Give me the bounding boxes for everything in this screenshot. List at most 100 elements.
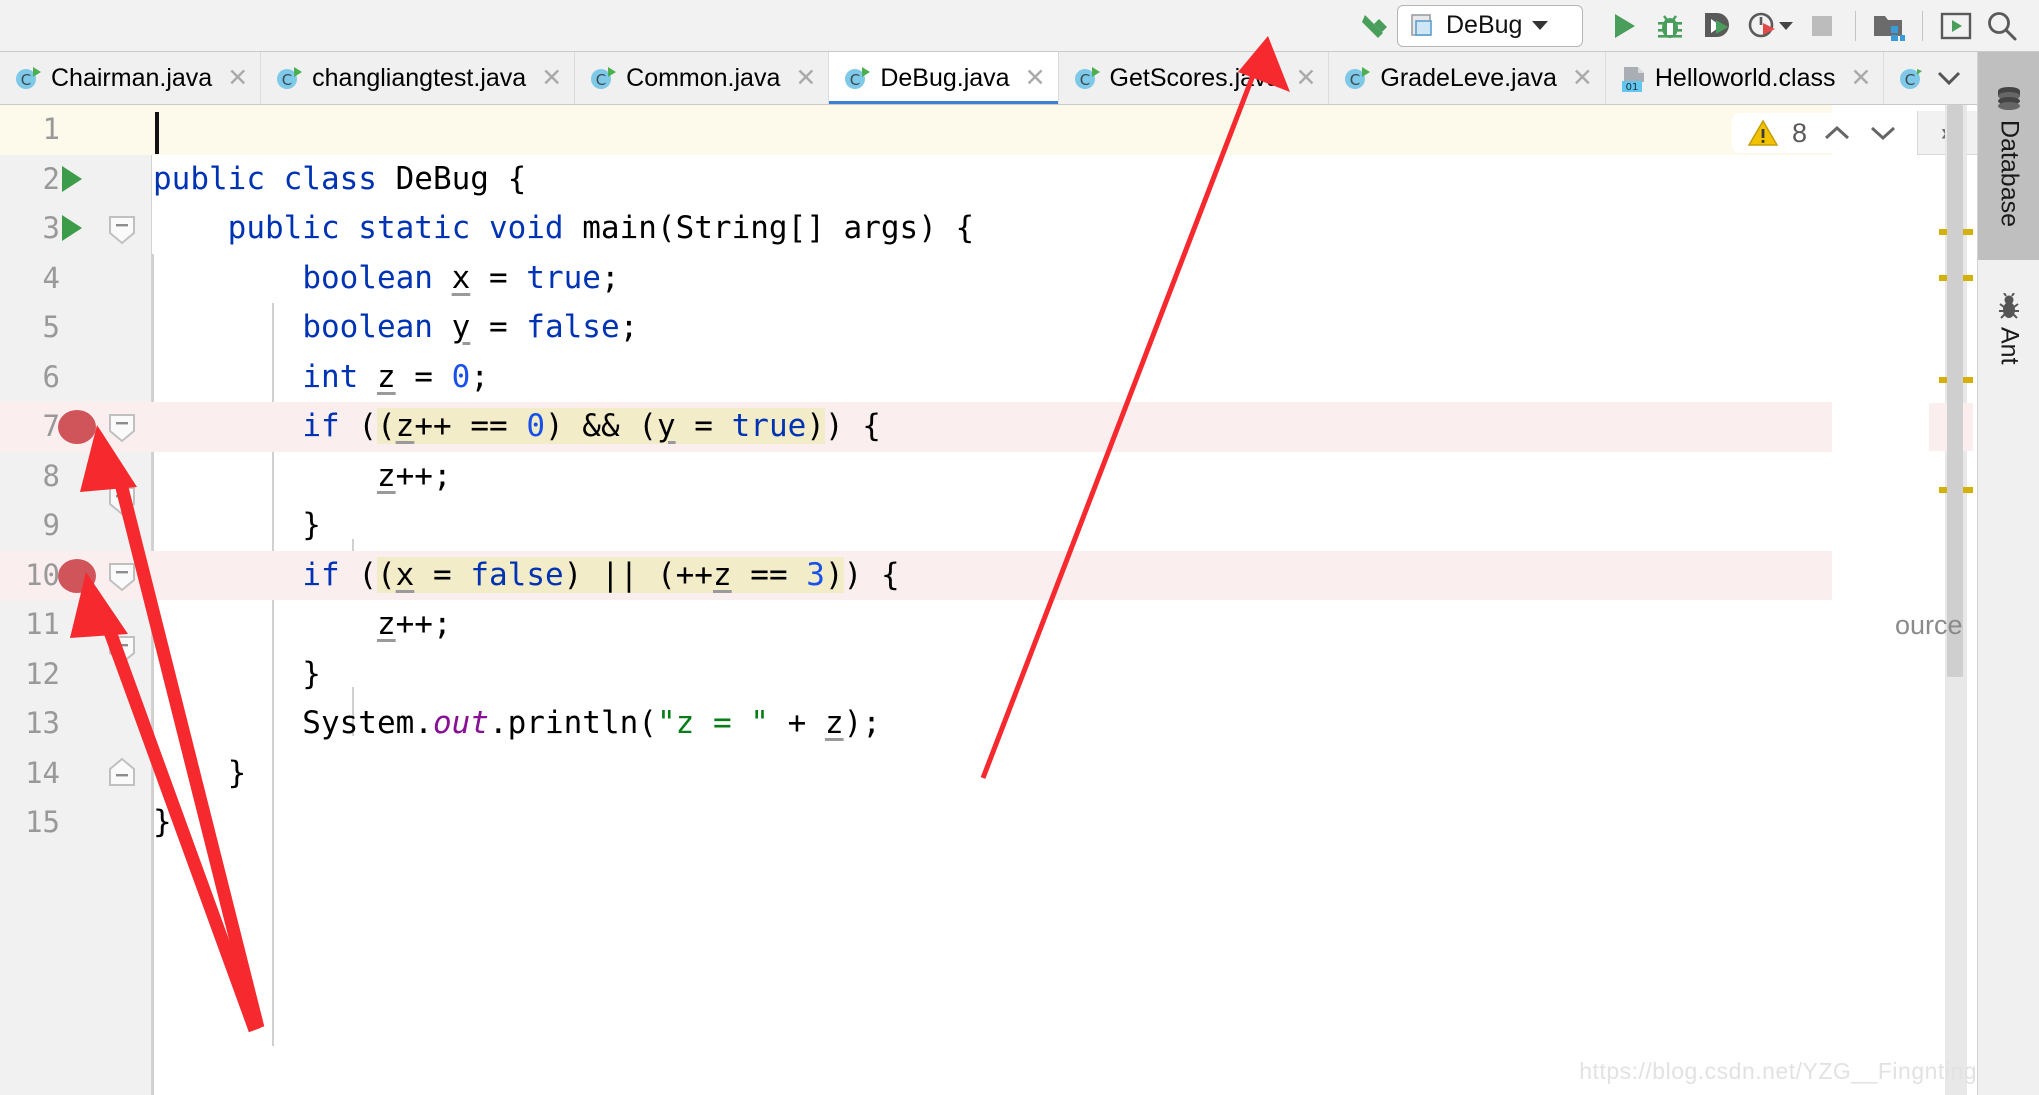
close-icon[interactable]: ✕ [1572, 65, 1593, 91]
ant-bug-icon [1995, 293, 2023, 321]
search-everywhere-icon[interactable] [1979, 5, 2025, 47]
tab-label: Common.java [626, 63, 781, 92]
line-number: 7 [42, 409, 60, 443]
tab-label: GetScores.java [1109, 63, 1281, 92]
chevron-down-icon[interactable] [1934, 68, 1964, 88]
editor-tab-common[interactable]: C Common.java ✕ [575, 52, 830, 104]
watermark-text: https://blog.csdn.net/YZG__Fingnting [1579, 1058, 1977, 1084]
profiler-chevron-down-icon[interactable] [1779, 21, 1793, 30]
editor-line[interactable]: 13 System.out.println("z = " + z); [0, 699, 1832, 749]
editor-tab-getscores[interactable]: C GetScores.java ✕ [1059, 52, 1330, 104]
fold-marker-end-icon[interactable] [107, 757, 137, 786]
close-icon[interactable]: ✕ [1851, 65, 1872, 91]
editor-tab-debug[interactable]: C DeBug.java ✕ [829, 52, 1059, 104]
run-class-icon[interactable] [62, 165, 82, 192]
editor-line[interactable]: 6 int z = 0; [0, 353, 1832, 403]
run-configuration-selector[interactable]: DeBug [1397, 4, 1583, 47]
java-class-icon: C [1343, 64, 1371, 92]
source-ghost-label: ource [1895, 610, 1963, 640]
fold-marker-icon[interactable] [107, 413, 137, 443]
code-text: if ((x = false) || (++z == 3)) { [302, 556, 900, 593]
tool-window-ant[interactable]: Ant [1978, 264, 2039, 394]
warning-count: 8 [1791, 117, 1807, 148]
line-number: 1 [42, 112, 60, 146]
line-number: 13 [25, 706, 60, 740]
code-text: boolean x = true; [302, 259, 620, 296]
editor-line[interactable]: 2 public class DeBug { [0, 155, 1832, 205]
editor-line[interactable]: 4 boolean x = true; [0, 254, 1832, 304]
fold-marker-icon[interactable] [107, 215, 137, 245]
editor-line[interactable]: 3 public static void main(String[] args)… [0, 204, 1832, 254]
editor-line[interactable]: 14 } [0, 749, 1832, 799]
code-editor[interactable]: 1 2 public class DeBug { 3 public static… [0, 105, 2039, 1095]
svg-text:C: C [1905, 71, 1915, 89]
svg-text:C: C [850, 71, 860, 89]
close-icon[interactable]: ✕ [227, 65, 248, 91]
editor-tab-gradeleve[interactable]: C GradeLeve.java ✕ [1329, 52, 1606, 104]
caret-line-highlight [0, 105, 1832, 155]
code-text: } [153, 507, 321, 543]
editor-tab-chairman[interactable]: C Chairman.java ✕ [0, 52, 262, 104]
fold-marker-icon[interactable] [107, 635, 137, 664]
right-tool-window-bar: Database Ant [1977, 52, 2039, 1095]
line-number: 2 [42, 161, 60, 196]
close-icon[interactable]: ✕ [795, 65, 816, 91]
editor-tab-overflow[interactable]: C [1884, 52, 1980, 104]
tab-label: changliangtest.java [312, 63, 527, 92]
editor-tab-helloworld-class[interactable]: 01 Helloworld.class ✕ [1606, 52, 1885, 104]
svg-text:C: C [21, 71, 31, 89]
text-caret [155, 112, 159, 154]
line-number: 11 [25, 607, 60, 641]
java-class-icon: C [14, 64, 42, 92]
tab-label: GradeLeve.java [1380, 63, 1557, 92]
toolbar-divider-2 [1922, 10, 1923, 41]
editor-line[interactable]: 8 z++; [0, 452, 1832, 502]
run-with-coverage-icon[interactable] [1693, 5, 1739, 47]
code-text: if ((z++ == 0) && (y = true)) { [302, 408, 881, 444]
editor-vertical-scrollbar[interactable] [1947, 105, 1963, 677]
editor-line[interactable]: 10 if ((x = false) || (++z == 3)) { [0, 550, 1832, 600]
tab-label: Helloworld.class [1654, 63, 1836, 92]
svg-text:C: C [596, 71, 606, 89]
java-class-icon: C [589, 64, 617, 92]
breakpoint-marker[interactable] [58, 558, 96, 593]
close-icon[interactable]: ✕ [541, 65, 562, 91]
close-icon[interactable]: ✕ [1025, 65, 1046, 91]
code-text: public class DeBug { [153, 160, 527, 197]
line-number: 10 [25, 557, 60, 592]
code-text: } [153, 754, 247, 791]
editor-tab-changliangtest[interactable]: C changliangtest.java ✕ [261, 52, 576, 104]
run-config-label: DeBug [1446, 11, 1523, 39]
line-number: 14 [25, 755, 60, 790]
fold-marker-icon[interactable] [107, 486, 137, 516]
warning-triangle-icon [1747, 119, 1778, 147]
terminal-icon[interactable] [1933, 5, 1979, 47]
toolbar-divider [1855, 10, 1856, 41]
debug-icon[interactable] [1647, 5, 1693, 47]
editor-line[interactable]: 11 z++; [0, 600, 1832, 650]
run-icon[interactable] [1601, 5, 1647, 47]
main-toolbar: DeBug [0, 0, 2039, 52]
fold-marker-icon[interactable] [107, 562, 137, 591]
editor-line[interactable]: 9 } [0, 487, 1832, 551]
project-structure-icon[interactable] [1866, 5, 1912, 47]
breakpoint-marker[interactable] [58, 410, 96, 444]
editor-line[interactable]: 5 boolean y = false; [0, 303, 1832, 353]
chevron-up-icon[interactable] [1821, 122, 1853, 144]
editor-line[interactable]: 7 if ((z++ == 0) && (y = true)) { [0, 402, 1832, 452]
code-text: } [153, 804, 172, 840]
code-text: int z = 0; [302, 358, 489, 395]
chevron-down-icon[interactable] [1532, 21, 1549, 30]
close-icon[interactable]: ✕ [1295, 65, 1316, 91]
editor-line[interactable]: 1 [0, 105, 1832, 155]
tool-window-database[interactable]: Database [1978, 52, 2039, 260]
run-method-icon[interactable] [62, 215, 82, 241]
inspection-status-widget[interactable]: 8 [1731, 113, 1915, 153]
line-number: 9 [42, 508, 60, 542]
editor-line[interactable]: 12 } [0, 635, 1832, 700]
line-number: 6 [42, 359, 60, 394]
chevron-down-icon[interactable] [1867, 122, 1899, 144]
compiled-class-icon: 01 [1620, 65, 1646, 93]
back-arrow-icon[interactable] [1351, 5, 1397, 47]
editor-line[interactable]: 15 } [0, 798, 1832, 848]
